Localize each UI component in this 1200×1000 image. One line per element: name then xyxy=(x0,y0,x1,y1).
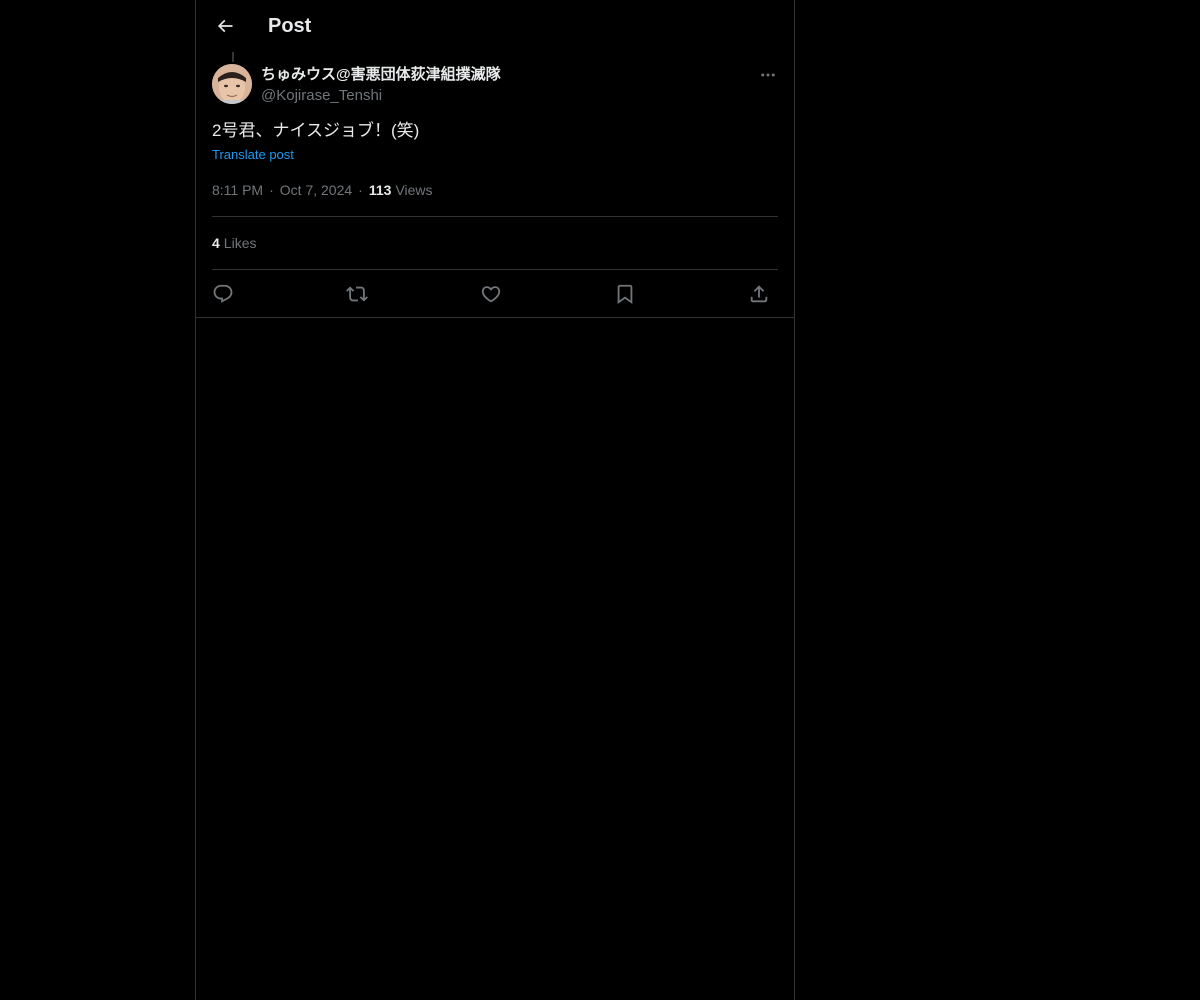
page-header: Post xyxy=(196,0,794,53)
post-date[interactable]: Oct 7, 2024 xyxy=(280,180,352,200)
divider xyxy=(212,269,778,270)
heart-icon xyxy=(481,286,501,303)
bookmark-icon xyxy=(617,284,633,305)
author-handle[interactable]: @Kojirase_Tenshi xyxy=(261,86,382,106)
repost-icon xyxy=(346,286,368,302)
post-text: 2号君、ナイスジョブ！(笑) xyxy=(212,121,420,140)
page-title: Post xyxy=(268,15,312,37)
translate-post-link[interactable]: Translate post xyxy=(212,146,294,164)
action-bar xyxy=(212,280,778,308)
likes-link[interactable]: 4 Likes xyxy=(212,233,256,253)
thread-connector xyxy=(232,52,234,62)
divider xyxy=(212,216,778,217)
views-label: Views xyxy=(395,182,433,198)
more-options-button[interactable] xyxy=(754,63,782,87)
arrow-left-icon xyxy=(217,19,233,33)
share-icon xyxy=(750,285,768,303)
post-metadata: 8:11 PM · Oct 7, 2024 · 113 Views xyxy=(212,180,433,200)
bookmark-button[interactable] xyxy=(610,280,640,308)
avatar-image xyxy=(212,64,252,104)
post-bottom-border xyxy=(196,317,794,318)
repost-button[interactable] xyxy=(342,280,372,308)
share-button[interactable] xyxy=(744,280,774,308)
post-time[interactable]: 8:11 PM xyxy=(212,180,263,200)
separator-dot: · xyxy=(358,182,363,198)
reply-button[interactable] xyxy=(208,280,238,308)
separator-dot: · xyxy=(269,182,274,198)
more-horizontal-icon xyxy=(761,73,775,77)
reply-icon xyxy=(213,284,233,303)
likes-label: Likes xyxy=(223,235,257,251)
back-button[interactable] xyxy=(208,9,242,43)
likes-count: 4 xyxy=(212,235,220,251)
like-button[interactable] xyxy=(476,280,506,308)
main-column: Post ちゅみウス@害悪団体荻津組撲滅隊 @Kojirase_Tenshi 2… xyxy=(195,0,795,1000)
views-count: 113 xyxy=(368,182,392,198)
author-display-name[interactable]: ちゅみウス@害悪団体荻津組撲滅隊 xyxy=(261,65,501,85)
avatar[interactable] xyxy=(212,64,252,104)
